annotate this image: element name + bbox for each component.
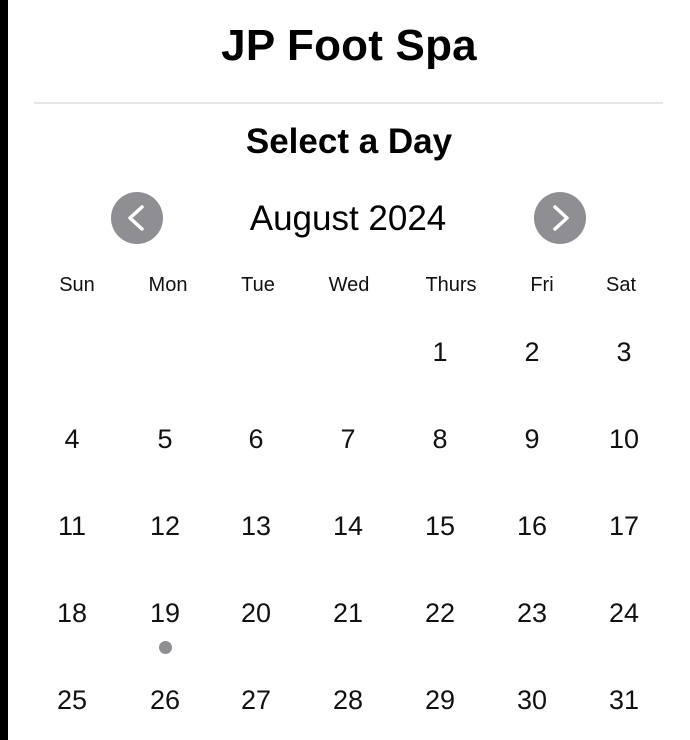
day-cell-20[interactable]: 20 [216,588,296,638]
day-cell-30[interactable]: 30 [492,675,572,725]
day-cell-10[interactable]: 10 [584,414,664,464]
day-cell-13[interactable]: 13 [216,501,296,551]
day-grid: 1 2 3 4 5 6 7 8 9 10 11 12 13 14 15 16 17 18 19 20 21 22 23 24 2… [0,0,690,740]
day-cell-11[interactable]: 11 [32,501,112,551]
day-cell-26[interactable]: 26 [125,675,205,725]
day-cell-31[interactable]: 31 [584,675,664,725]
day-cell-16[interactable]: 16 [492,501,572,551]
day-cell-2[interactable]: 2 [492,327,572,377]
availability-dot [159,641,172,654]
day-cell-5[interactable]: 5 [125,414,205,464]
day-cell-23[interactable]: 23 [492,588,572,638]
day-cell-18[interactable]: 18 [32,588,112,638]
day-cell-22[interactable]: 22 [400,588,480,638]
day-cell-1[interactable]: 1 [400,327,480,377]
day-cell-19[interactable]: 19 [125,588,205,638]
day-cell-3[interactable]: 3 [584,327,664,377]
day-cell-7[interactable]: 7 [308,414,388,464]
day-cell-29[interactable]: 29 [400,675,480,725]
day-cell-8[interactable]: 8 [400,414,480,464]
day-cell-12[interactable]: 12 [125,501,205,551]
day-cell-6[interactable]: 6 [216,414,296,464]
day-cell-14[interactable]: 14 [308,501,388,551]
day-cell-17[interactable]: 17 [584,501,664,551]
day-cell-27[interactable]: 27 [216,675,296,725]
day-cell-28[interactable]: 28 [308,675,388,725]
day-cell-9[interactable]: 9 [492,414,572,464]
day-cell-15[interactable]: 15 [400,501,480,551]
day-cell-24[interactable]: 24 [584,588,664,638]
day-cell-4[interactable]: 4 [32,414,112,464]
day-cell-25[interactable]: 25 [32,675,112,725]
day-cell-21[interactable]: 21 [308,588,388,638]
